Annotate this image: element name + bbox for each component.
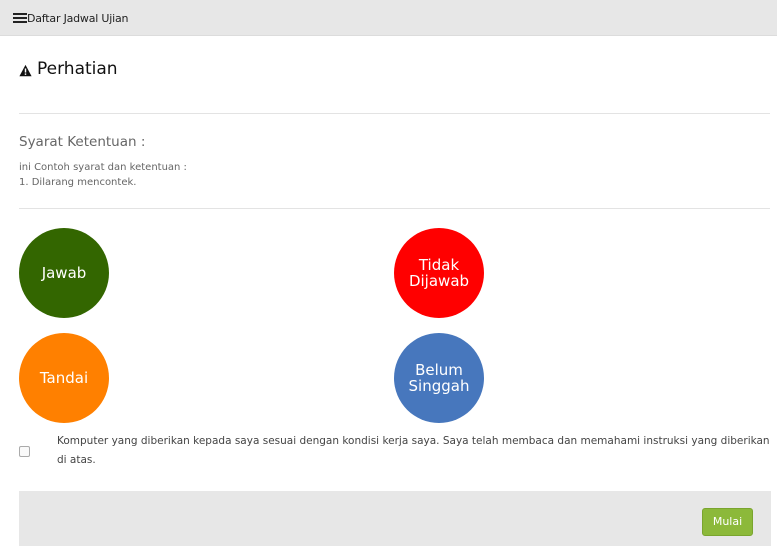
legend-unanswered: Tidak Dijawab [394,228,484,318]
page-header: Perhatian [19,58,118,80]
hamburger-icon[interactable] [13,13,27,23]
legend-flagged-label: Tandai [39,369,89,387]
legend-flagged: Tandai [19,333,109,423]
terms-intro: ini Contoh syarat dan ketentuan : [19,162,187,173]
divider [19,113,770,114]
legend-unvisited-label: Belum Singgah [408,361,470,395]
legend-unvisited: Belum Singgah [394,333,484,423]
footer-bar: Mulai [19,491,771,546]
start-button[interactable]: Mulai [702,508,753,536]
agreement-text: Komputer yang diberikan kepada saya sesu… [57,435,770,466]
warning-triangle-icon [19,64,32,77]
divider [19,208,770,209]
page-title: Perhatian [37,59,118,79]
terms-heading: Syarat Ketentuan : [19,134,146,150]
terms-rule: 1. Dilarang mencontek. [19,177,137,188]
legend-unanswered-label: Tidak Dijawab [408,256,470,290]
exam-schedule-link[interactable]: Daftar Jadwal Ujian [27,12,128,25]
legend-answered: Jawab [19,228,109,318]
top-bar: Daftar Jadwal Ujian [0,0,777,36]
agreement-checkbox[interactable] [19,446,30,457]
legend-answered-label: Jawab [41,264,87,282]
